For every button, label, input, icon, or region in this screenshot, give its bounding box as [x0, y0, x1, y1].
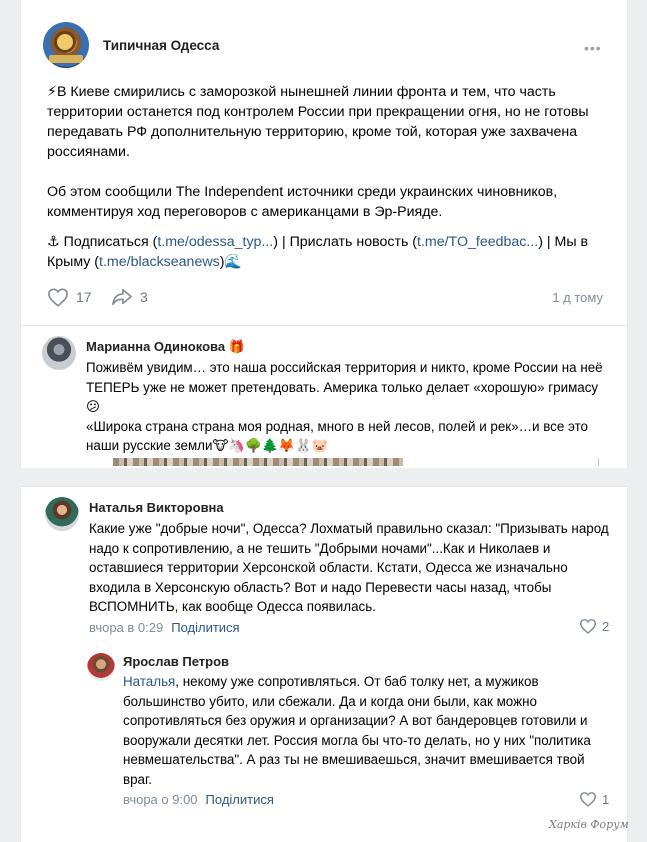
heart-outline-icon [579, 792, 597, 807]
comment-like-count: 2 [602, 618, 610, 634]
reply-time[interactable]: вчора о 9:00 [123, 792, 198, 807]
reply-body: , некому уже сопротивляться. От баб толк… [123, 674, 591, 787]
comment-text: Поживём увидим… это наша российская терр… [86, 360, 603, 453]
comment-time[interactable]: вчора в 0:29 [89, 620, 163, 635]
comment-card: Марианна Одинокова 🎁 Поживём увидим… это… [20, 325, 628, 468]
crimea-link[interactable]: t.me/blackseanews [99, 254, 220, 270]
post-card: Типичная Одесса ••• ⚡В Киеве смирились с… [20, 0, 628, 325]
comment-text: Какие уже "добрые ночи", Одесса? Лохматы… [89, 521, 609, 614]
comment-thread: Наталья Викторовна Какие уже "добрые ноч… [20, 486, 628, 842]
comment-author[interactable]: Наталья Викторовна [89, 500, 224, 515]
post-date[interactable]: 1 д тому [552, 290, 603, 305]
reply-text: Наталья, некому уже сопротивляться. От б… [123, 672, 613, 789]
subscribe-link[interactable]: t.me/odessa_typ... [157, 234, 273, 250]
attachment-preview[interactable] [113, 458, 403, 466]
share-arrow-icon [112, 288, 132, 306]
mention-link[interactable]: Наталья [123, 674, 175, 689]
avatar[interactable] [87, 653, 115, 681]
like-button[interactable]: 17 [47, 287, 92, 307]
reply-like-count: 1 [602, 791, 610, 807]
heart-outline-icon [48, 288, 68, 307]
news-link[interactable]: t.me/TO_feedbac... [417, 234, 538, 250]
reply-meta: вчора о 9:00 Поділитися [123, 792, 274, 807]
avatar[interactable] [45, 497, 79, 531]
subscribe-text: Подписаться ( [59, 234, 158, 250]
like-count: 17 [76, 289, 92, 305]
community-name[interactable]: Типичная Одесса [103, 38, 219, 53]
reply-author[interactable]: Ярослав Петров [123, 654, 229, 669]
comment-author[interactable]: Марианна Одинокова 🎁 [86, 339, 245, 355]
avatar-banner [49, 55, 83, 63]
news-text: ) | Прислать новость ( [273, 234, 418, 250]
share-button[interactable]: 3 [111, 287, 148, 307]
watermark: Харків Форум [549, 818, 629, 831]
share-link[interactable]: Поділитися [206, 792, 274, 807]
divider [598, 458, 599, 466]
post-footer-links: ⚓ Подписаться (t.me/odessa_typ...) | При… [47, 232, 617, 272]
comment-like-button[interactable]: 2 [579, 618, 609, 634]
heart-outline-icon [579, 619, 597, 634]
community-avatar[interactable] [43, 22, 89, 68]
anchor-icon: ⚓ [47, 234, 60, 250]
share-link[interactable]: Поділитися [171, 620, 239, 635]
more-dots-icon[interactable]: ••• [584, 40, 602, 56]
post-paragraph-1: ⚡В Киеве смирились с заморозкой нынешней… [47, 84, 589, 160]
reply-like-button[interactable]: 1 [579, 791, 609, 807]
wave-icon: )🌊 [219, 254, 243, 270]
post-paragraph-2: Об этом сообщили The Independent источни… [47, 184, 558, 220]
avatar[interactable] [42, 336, 76, 370]
ship-wheel-icon [54, 31, 76, 53]
comment-meta: вчора в 0:29 Поділитися [89, 620, 240, 635]
post-actions: 17 3 1 д тому [47, 287, 617, 309]
share-count: 3 [140, 289, 148, 305]
